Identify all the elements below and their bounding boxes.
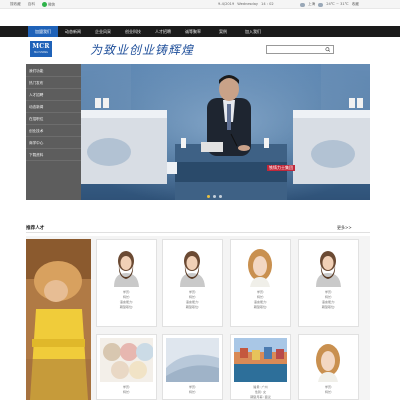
weather-link[interactable]: 收藏 xyxy=(352,2,359,7)
talent-card-2[interactable]: 学历: 特长: 语言能力: 期望职位: xyxy=(162,239,223,327)
header-band: MCR MAI SHANG 为致业创业铸辉煌 xyxy=(0,38,400,62)
weekday-text: Wednesday xyxy=(237,2,259,6)
talent-photo-4 xyxy=(302,243,355,287)
section-more-link[interactable]: 更多>> xyxy=(337,225,352,231)
section-divider xyxy=(26,232,370,233)
field-job: 期望职位: xyxy=(119,304,134,309)
side-item-5[interactable]: 在招职位 xyxy=(26,113,81,125)
calligraphy-slogan: 为致业创业铸辉煌 xyxy=(90,43,195,57)
talent-card-6[interactable]: 学历: 特长: xyxy=(162,334,223,400)
weather-city: 上海 xyxy=(308,2,316,6)
nav-item-joinus[interactable]: 加入我们 xyxy=(238,26,268,37)
logo-subtext: MAI SHANG xyxy=(34,51,48,54)
banner-dot-1[interactable] xyxy=(207,195,210,198)
portrait-image xyxy=(302,243,355,287)
search-icon xyxy=(325,47,331,52)
banner-pagination xyxy=(207,195,222,198)
talent-card-5[interactable]: 学历: 特长: xyxy=(96,334,157,400)
side-item-1[interactable]: 我们功能 xyxy=(26,65,81,77)
field-skill: 特长: xyxy=(188,389,197,394)
side-item-3[interactable]: 人才招聘 xyxy=(26,89,81,101)
nav-list: 加盟我们 动态新闻 企业风采 创业科技 人才招聘 诚等聚率 案例 加入我们 xyxy=(28,26,268,37)
banner-dot-3[interactable] xyxy=(219,195,222,198)
field-job: 期望职位: xyxy=(253,304,268,309)
weather: 上海 24℃ ~ 31℃ 收藏 xyxy=(300,2,359,7)
talent-info-6: 学历: 特长: xyxy=(166,385,219,395)
side-item-8[interactable]: 下载资料 xyxy=(26,149,81,161)
talent-photo-7 xyxy=(234,338,287,382)
talent-info-8: 学历: 特长: xyxy=(302,385,355,395)
portrait-image xyxy=(234,243,287,287)
banner-photo xyxy=(81,64,370,200)
talent-info-3: 学历: 特长: 语言能力: 期望职位: xyxy=(234,290,287,310)
talent-card-4[interactable]: 学历: 特长: 语言能力: 期望职位: xyxy=(298,239,359,327)
talent-card-3[interactable]: 学历: 特长: 语言能力: 期望职位: xyxy=(230,239,291,327)
talent-photo-8 xyxy=(302,338,355,382)
talent-photo-2 xyxy=(166,243,219,287)
wechat-icon xyxy=(41,2,47,7)
fabric-image xyxy=(166,338,219,382)
talent-info-1: 学历: 特长: 语言能力: 期望职位: xyxy=(100,290,153,310)
top-link-favorite[interactable]: 搜收藏 xyxy=(10,2,21,7)
field-salary: 期望月薪: 面议 xyxy=(250,394,271,399)
main-navbar: 加盟我们 动态新闻 企业风采 创业科技 人才招聘 诚等聚率 案例 加入我们 xyxy=(0,26,400,37)
cloud-icon xyxy=(300,2,305,7)
weather-temp: 24℃ ~ 31℃ xyxy=(326,2,349,6)
talent-card-7[interactable]: 籍贯: 广州 性别: 女 期望月薪: 面议 xyxy=(230,334,291,400)
banner-dot-2[interactable] xyxy=(213,195,216,198)
top-link-wechat[interactable]: 微信 xyxy=(41,2,56,8)
weather-sun-icon xyxy=(318,2,324,7)
top-utility-bar: 搜收藏 百科 微信 9-4/2019 Wednesday 14 : 02 上海 … xyxy=(0,0,400,9)
nav-item-cases[interactable]: 案例 xyxy=(208,26,238,37)
side-item-6[interactable]: 创业技术 xyxy=(26,125,81,137)
talent-info-5: 学历: 特长: xyxy=(100,385,153,395)
date-text: 9-4/2019 xyxy=(218,2,235,6)
hero-banner[interactable]: 铁铸力士集团 xyxy=(81,64,370,200)
portrait-image xyxy=(302,338,355,382)
nav-item-invest[interactable]: 诚等聚率 xyxy=(178,26,208,37)
talent-card-8[interactable]: 学历: 特长: xyxy=(298,334,359,400)
portrait-image xyxy=(166,243,219,287)
field-job: 期望职位: xyxy=(185,304,200,309)
feature-photo[interactable] xyxy=(26,239,91,400)
section-title-talent: 推荐人才 xyxy=(26,226,45,231)
time-text: 14 : 02 xyxy=(261,2,274,6)
nav-item-news[interactable]: 动态新闻 xyxy=(58,26,88,37)
nav-item-join[interactable]: 加盟我们 xyxy=(28,26,58,37)
top-link-wiki[interactable]: 百科 xyxy=(28,2,35,7)
talent-info-2: 学历: 特长: 语言能力: 期望职位: xyxy=(166,290,219,310)
date-time: 9-4/2019 Wednesday 14 : 02 xyxy=(218,2,274,7)
harbor-image xyxy=(234,338,287,382)
talent-photo-1 xyxy=(100,243,153,287)
talent-photo-5 xyxy=(100,338,153,382)
talent-info-7: 籍贯: 广州 性别: 女 期望月薪: 面议 xyxy=(234,385,287,400)
talent-info-4: 学历: 特长: 语言能力: 期望职位: xyxy=(302,290,355,310)
field-skill: 特长: xyxy=(122,389,131,394)
nav-item-company[interactable]: 企业风采 xyxy=(88,26,118,37)
logo-text: MCR xyxy=(32,43,50,50)
site-logo[interactable]: MCR MAI SHANG xyxy=(30,41,52,57)
side-item-7[interactable]: 商学中心 xyxy=(26,137,81,149)
top-left-links: 搜收藏 百科 微信 xyxy=(10,2,55,8)
portrait-image xyxy=(100,243,153,287)
talent-photo-6 xyxy=(166,338,219,382)
feature-photo-image xyxy=(26,239,91,400)
search-input[interactable] xyxy=(268,47,322,52)
field-job: 期望职位: xyxy=(321,304,336,309)
search-box xyxy=(266,45,334,54)
side-item-4[interactable]: 动态新闻 xyxy=(26,101,81,113)
talent-photo-3 xyxy=(234,243,287,287)
side-item-2[interactable]: 热门发布 xyxy=(26,77,81,89)
talent-card-1[interactable]: 学历: 特长: 语言能力: 期望职位: xyxy=(96,239,157,327)
field-skill: 特长: xyxy=(324,389,333,394)
side-menu: 我们功能 热门发布 人才招聘 动态新闻 在招职位 创业技术 商学中心 下载资料 xyxy=(26,64,81,200)
nav-item-tech[interactable]: 创业科技 xyxy=(118,26,148,37)
towels-image xyxy=(100,338,153,382)
nav-item-recruit[interactable]: 人才招聘 xyxy=(148,26,178,37)
banner-caption: 铁铸力士集团 xyxy=(267,165,295,171)
wechat-label: 微信 xyxy=(47,2,56,7)
search-button[interactable] xyxy=(324,47,332,52)
